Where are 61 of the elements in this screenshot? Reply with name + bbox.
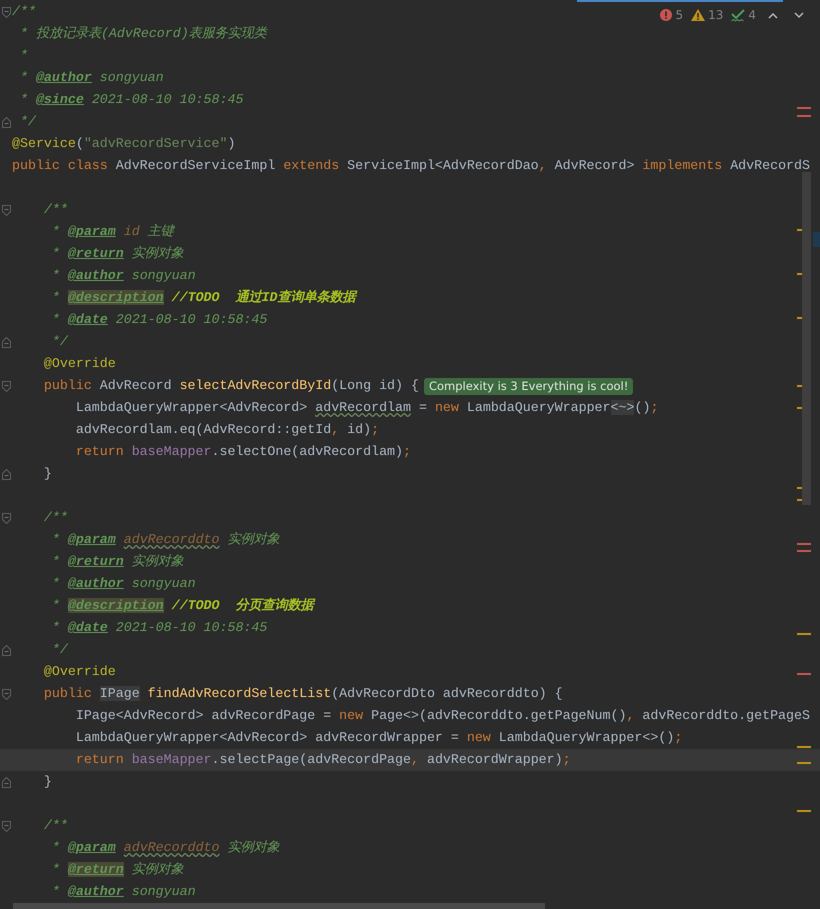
code-line: * @date 2021-08-10 10:58:45 <box>50 619 268 637</box>
code-line: * @since 2021-08-10 10:58:45 <box>18 91 244 109</box>
fold-icon[interactable] <box>2 512 10 524</box>
code-line: @Service("advRecordService") <box>12 135 236 153</box>
check-icon <box>731 8 746 22</box>
fold-icon[interactable] <box>2 6 10 18</box>
code-line: * @return 实例对象 <box>50 553 184 571</box>
code-line: LambdaQueryWrapper<AdvRecord> advRecordWrapper = new LambdaQueryWrapper<>(); <box>74 729 682 747</box>
code-line: @Override <box>42 355 116 373</box>
fold-icon[interactable] <box>2 820 10 832</box>
fold-icon[interactable] <box>2 380 10 392</box>
code-line: /** <box>42 817 68 835</box>
code-line: advRecordlam.eq(AdvRecord::getId, id); <box>74 421 380 439</box>
code-line: * @return 实例对象 <box>50 245 184 263</box>
code-line: * <box>18 47 28 65</box>
code-line: * @description //TODO 通过ID查询单条数据 <box>50 289 356 307</box>
fold-icon[interactable] <box>2 336 10 348</box>
code-line: * @param advRecorddto 实例对象 <box>50 839 280 857</box>
fold-icon[interactable] <box>2 116 10 128</box>
code-line: * 投放记录表(AdvRecord)表服务实现类 <box>18 25 267 43</box>
code-line: LambdaQueryWrapper<AdvRecord> advRecordlam = new LambdaQueryWrapper<~>(); <box>74 399 658 417</box>
inspection-count: 5 <box>675 7 684 24</box>
inspection-count: 4 <box>748 7 756 24</box>
code-line: /** <box>42 201 68 219</box>
code-line: /** <box>12 3 36 21</box>
fold-icon[interactable] <box>2 644 10 656</box>
code-line: IPage<AdvRecord> advRecordPage = new Page<>(advRecorddto.getPageNum(), advRecorddto.getPageS <box>74 707 810 725</box>
code-line: */ <box>18 113 36 131</box>
fold-icon[interactable] <box>2 776 10 788</box>
code-line: * @description //TODO 分页查询数据 <box>50 597 314 615</box>
fold-icon[interactable] <box>2 204 10 216</box>
code-line: * @param id 主键 <box>50 223 174 241</box>
complexity-hint: Complexity is 3 Everything is cool! <box>424 378 634 394</box>
code-line: * @author songyuan <box>50 267 196 285</box>
horizontal-scrollbar-thumb[interactable] <box>13 903 545 909</box>
chevron-up-icon[interactable] <box>768 12 778 18</box>
chevron-down-icon[interactable] <box>794 12 804 18</box>
code-line: * @author songyuan <box>18 69 164 87</box>
code-line: * @author songyuan <box>50 883 196 901</box>
code-line: } <box>42 773 52 791</box>
code-line: public AdvRecord selectAdvRecordById(Long id) { <box>42 377 419 395</box>
code-line: * @author songyuan <box>50 575 196 593</box>
scrollbar-thumb[interactable] <box>802 172 811 505</box>
code-line: * @date 2021-08-10 10:58:45 <box>50 311 268 329</box>
error-icon <box>660 9 672 21</box>
code-line: */ <box>50 333 68 351</box>
code-line: public IPage findAdvRecordSelectList(AdvRecordDto advRecorddto) { <box>42 685 563 703</box>
inspection-count: 13 <box>708 7 724 24</box>
code-line: return baseMapper.selectPage(advRecordPage, advRecordWrapper); <box>74 751 571 769</box>
code-line: } <box>42 465 52 483</box>
code-line: */ <box>50 641 68 659</box>
scrollbar-marker <box>813 232 820 247</box>
code-line: * @return 实例对象 <box>50 861 184 879</box>
code-line: public class AdvRecordServiceImpl extends ServiceImpl<AdvRecordDao, AdvRecord> implements AdvRecordS <box>12 157 810 175</box>
code-line: * @param advRecorddto 实例对象 <box>50 531 280 549</box>
code-line: /** <box>42 509 68 527</box>
warning-icon <box>691 9 706 21</box>
fold-icon[interactable] <box>2 468 10 480</box>
code-line: @Override <box>42 663 116 681</box>
fold-icon[interactable] <box>2 688 10 700</box>
code-line: return baseMapper.selectOne(advRecordlam); <box>74 443 411 461</box>
